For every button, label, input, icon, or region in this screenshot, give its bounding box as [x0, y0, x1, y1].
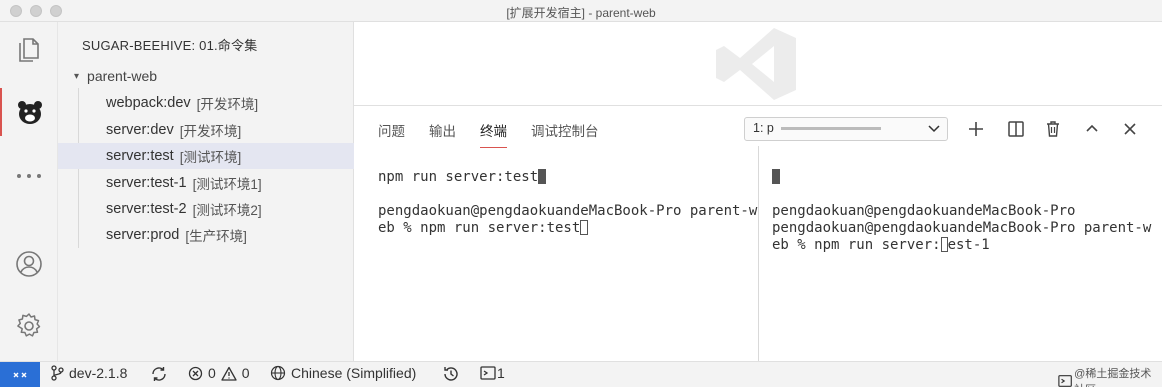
branch-indicator[interactable]: dev-2.1.8 — [50, 365, 127, 381]
sidebar: SUGAR-BEEHIVE: 01.命令集 ▾ parent-web webpa… — [58, 22, 354, 361]
tree-item-env: [测试环境] — [179, 150, 242, 165]
error-count: 0 — [208, 365, 216, 381]
terminal-line: pengdaokuan@pengdaokuandeMacBook-Pro par… — [378, 203, 758, 219]
tree-item-server-test-1[interactable]: server:test-1 [测试环境1] — [58, 170, 354, 196]
history-icon — [444, 367, 458, 381]
language-label: Chinese (Simplified) — [291, 365, 417, 381]
explorer-icon[interactable] — [0, 26, 58, 74]
terminal-line: eb % npm run server:test — [378, 220, 581, 236]
tree-item-label: server:test-2 — [106, 201, 187, 217]
activity-bar — [0, 22, 58, 361]
terminal-line: pengdaokuan@pengdaokuandeMacBook-Pro par… — [772, 220, 1152, 236]
close-icon[interactable] — [1118, 117, 1142, 141]
watermark: @稀土掘金技术社区 — [1058, 365, 1162, 387]
panel-tabs: 问题 输出 终端 调试控制台 — [378, 120, 599, 148]
terminal-pane-left[interactable]: npm run server:test pengdaokuan@pengdaok… — [378, 146, 757, 237]
terminal-count-indicator[interactable]: 1 — [480, 365, 505, 381]
tree-item-env: [测试环境2] — [192, 203, 262, 218]
terminal-pane-right[interactable]: pengdaokuan@pengdaokuandeMacBook-Pro pen… — [772, 146, 1151, 254]
bear-extension-icon[interactable] — [0, 88, 58, 136]
tree-item-server-test[interactable]: server:test [测试环境] — [58, 143, 354, 169]
sync-button[interactable] — [150, 365, 168, 383]
tree-item-server-dev[interactable]: server:dev [开发环境] — [58, 117, 354, 143]
chevron-up-icon[interactable] — [1080, 117, 1104, 141]
tree-item-server-test-2[interactable]: server:test-2 [测试环境2] — [58, 196, 354, 222]
feedback-icon — [1058, 375, 1072, 387]
tree-item-label: server:test-1 — [106, 175, 187, 191]
terminal-select[interactable]: 1: p — [744, 117, 948, 141]
editor-area — [354, 22, 1162, 106]
tree-item-label: server:test — [106, 148, 174, 164]
terminal-cursor — [772, 169, 780, 184]
branch-name: dev-2.1.8 — [69, 365, 128, 381]
terminal-line: est-1 — [947, 237, 990, 253]
problems-indicator[interactable]: 0 0 — [188, 365, 250, 381]
split-terminal-icon[interactable] — [1004, 117, 1028, 141]
globe-icon — [270, 365, 286, 381]
new-terminal-plus-icon[interactable] — [964, 117, 988, 141]
warning-count: 0 — [241, 365, 250, 381]
sync-icon — [152, 367, 166, 381]
terminal-count: 1 — [497, 365, 505, 381]
tree-item-env: [开发环境] — [179, 124, 242, 139]
remote-icon — [13, 372, 27, 378]
panel: 问题 输出 终端 调试控制台 1: p npm run server:test … — [354, 106, 1162, 361]
more-icon[interactable] — [0, 152, 58, 200]
tree-root-label: parent-web — [87, 68, 158, 84]
chevron-down-icon — [927, 120, 941, 139]
chevron-down-icon: ▾ — [74, 70, 80, 82]
vscode-logo-icon — [716, 28, 796, 100]
tree-item-webpack-dev[interactable]: webpack:dev [开发环境] — [58, 90, 354, 116]
terminal-icon — [480, 366, 496, 380]
warning-icon — [221, 366, 237, 381]
tree-item-label: webpack:dev — [106, 95, 191, 111]
tree-item-label: server:prod — [106, 227, 180, 243]
terminal-line: npm run server:test — [378, 169, 539, 185]
trash-icon[interactable] — [1041, 117, 1065, 141]
accounts-icon[interactable] — [0, 240, 58, 288]
tree-item-label: server:dev — [106, 122, 174, 138]
terminal-cursor — [538, 169, 547, 184]
title-bar: [扩展开发宿主] - parent-web — [0, 0, 1162, 22]
terminal-line: pengdaokuan@pengdaokuandeMacBook-Pro — [772, 203, 1076, 219]
tab-debug-console[interactable]: 调试控制台 — [531, 120, 599, 146]
timeline-button[interactable] — [442, 365, 460, 383]
tree-item-env: [开发环境] — [196, 97, 259, 112]
tab-problems[interactable]: 问题 — [378, 120, 405, 146]
language-indicator[interactable]: Chinese (Simplified) — [270, 365, 416, 381]
watermark-text: @稀土掘金技术社区 — [1074, 368, 1152, 387]
error-icon — [188, 366, 203, 380]
terminal-line: eb % npm run server: — [772, 237, 941, 253]
terminal-select-value: 1: p — [753, 121, 774, 135]
status-bar: dev-2.1.8 0 0 Chinese (Simplified) 1 @稀土… — [0, 361, 1162, 387]
terminal-select-redacted — [781, 127, 882, 131]
settings-gear-icon[interactable] — [0, 302, 58, 350]
git-branch-icon — [51, 365, 64, 381]
remote-indicator[interactable] — [0, 362, 40, 387]
terminal-cursor — [580, 220, 589, 235]
sidebar-title: SUGAR-BEEHIVE: 01.命令集 — [82, 38, 258, 53]
tree-item-env: [测试环境1] — [192, 177, 262, 192]
tree-item-server-prod[interactable]: server:prod [生产环境] — [58, 222, 354, 248]
terminal-cursor — [940, 237, 948, 252]
tab-terminal[interactable]: 终端 — [480, 120, 507, 148]
tree-item-env: [生产环境] — [185, 229, 247, 244]
tree-root-folder[interactable]: ▾ parent-web — [74, 68, 157, 84]
tab-output[interactable]: 输出 — [429, 120, 456, 146]
terminal-split-divider[interactable] — [758, 146, 759, 361]
window-title: [扩展开发宿主] - parent-web — [506, 6, 656, 20]
